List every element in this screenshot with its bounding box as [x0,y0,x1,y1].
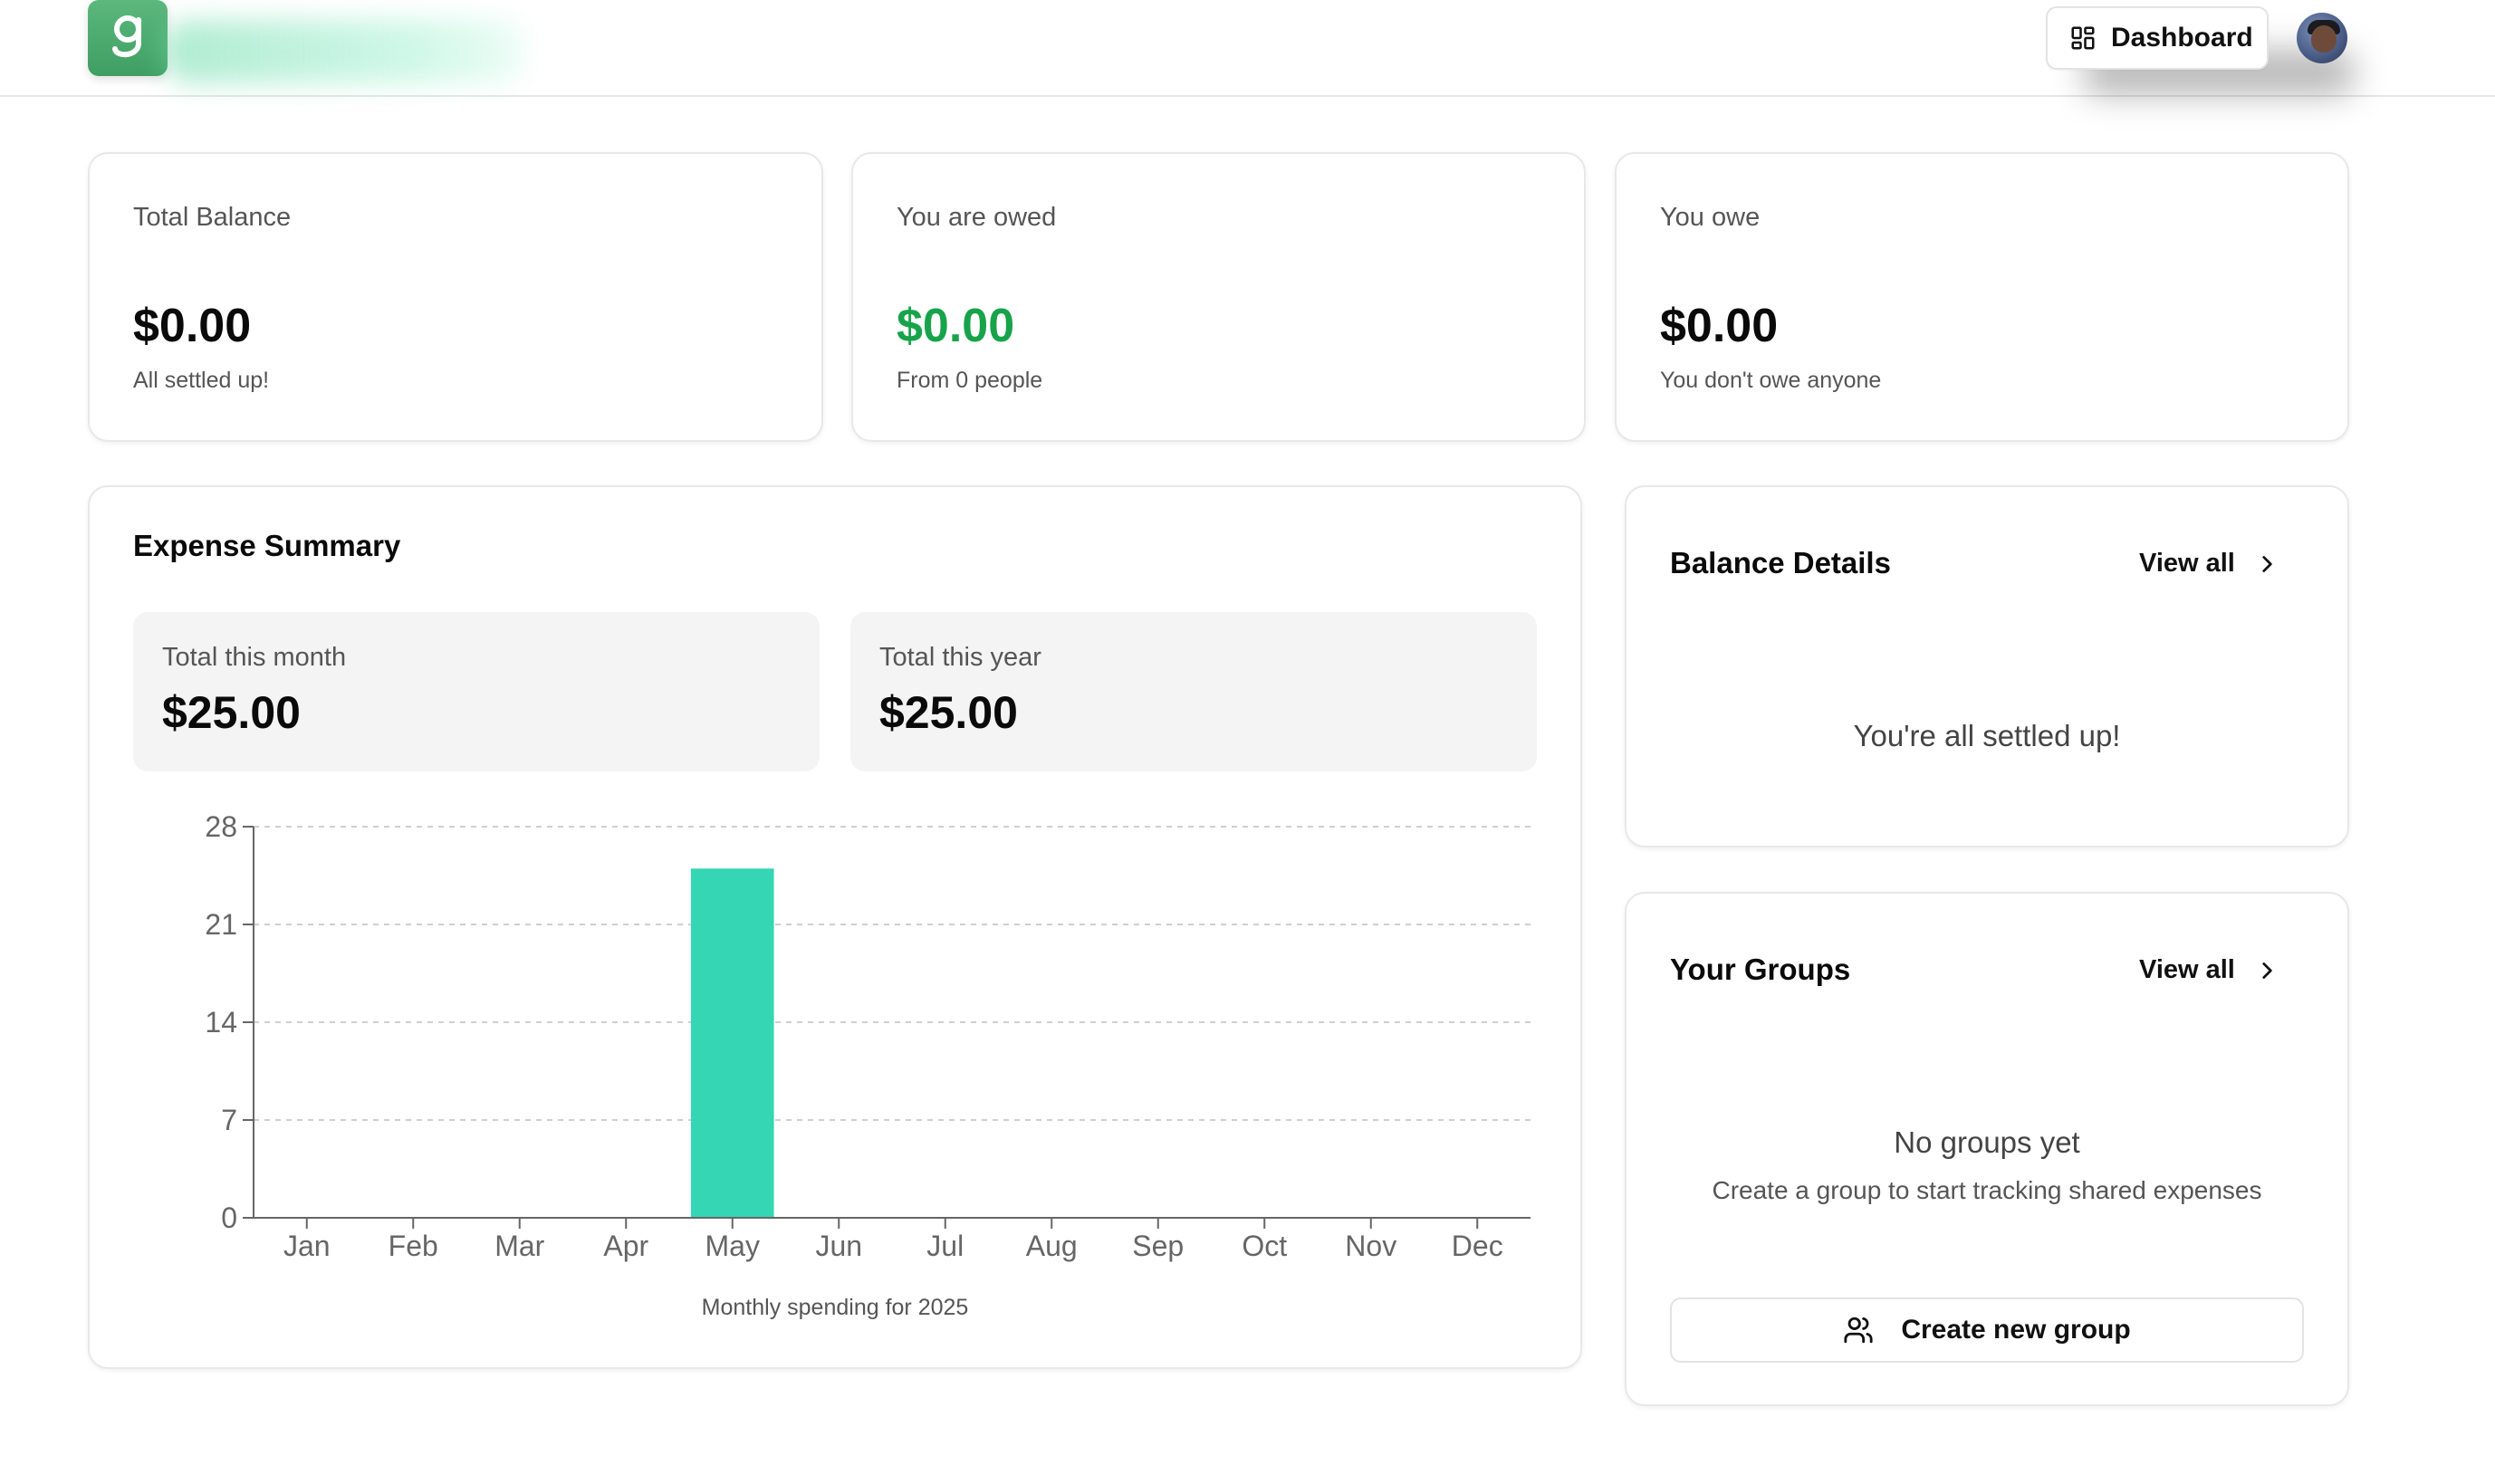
dashboard-grid-icon [2071,26,2095,50]
create-group-button[interactable]: Create new group [1670,1297,2304,1363]
top-header: Dashboard [0,0,2495,97]
logo-g-icon [112,15,141,58]
x-tick-label: Jan [283,1230,331,1262]
stat-value: $0.00 [1660,300,1779,352]
x-tick-label: Apr [603,1230,648,1262]
x-tick-label: Jul [926,1230,964,1262]
dashboard-button[interactable]: Dashboard [2046,6,2269,70]
y-tick-label: 7 [221,1104,237,1136]
groups-view-all-link[interactable]: View all [2139,955,2279,985]
groups-empty-subtitle: Create a group to start tracking shared … [1712,1176,2262,1204]
chart-caption: Monthly spending for 2025 [701,1295,969,1320]
x-tick-label: Oct [1242,1230,1287,1262]
x-tick-label: Mar [494,1230,544,1262]
x-tick-label: Sep [1132,1230,1184,1262]
x-tick-label: May [705,1230,760,1262]
chevron-right-icon [2262,555,2272,572]
dashboard-button-label: Dashboard [2111,23,2253,53]
view-all-label: View all [2139,549,2235,578]
x-tick-label: Jun [815,1230,862,1262]
you-are-owed-card: You are owed $0.00 From 0 people [851,152,1586,442]
balance-empty-message: You're all settled up! [1853,719,2121,752]
y-tick-label: 28 [205,810,237,843]
stat-note: From 0 people [897,368,1043,393]
y-tick-label: 21 [205,908,237,941]
app-logo[interactable] [88,0,168,76]
balance-details-card: Balance Details View all You're all sett… [1625,485,2349,847]
view-all-label: View all [2139,955,2235,984]
balance-view-all-link[interactable]: View all [2139,549,2279,579]
brand-name-blurred [163,20,525,83]
bar-may [690,868,774,1218]
your-groups-card: Your Groups View all No groups yet Creat… [1625,892,2349,1406]
create-group-label: Create new group [1901,1315,2131,1345]
user-avatar[interactable] [2297,13,2347,63]
stat-label: You owe [1660,203,1761,232]
y-tick-label: 14 [205,1006,237,1039]
users-icon [1844,1316,1873,1344]
balance-details-title: Balance Details [1670,546,1891,579]
stat-label: You are owed [897,203,1057,232]
stat-note: You don't owe anyone [1660,368,1882,393]
you-owe-card: You owe $0.00 You don't owe anyone [1615,152,2349,442]
monthly-spending-chart: 0 7 14 21 28 Jan Feb Mar Apr May Jun Jul Aug Sep Oct No… [205,810,1531,1262]
stat-note: All settled up! [133,368,270,393]
avatar-face [2311,25,2337,53]
stat-label: Total Balance [133,203,292,232]
your-groups-title: Your Groups [1670,953,1851,986]
x-tick-label: Aug [1026,1230,1078,1262]
dashboard-page: Dashboard Total Balance $0.00 All settle… [0,0,2495,1484]
x-tick-label: Feb [389,1230,438,1262]
stat-value: $0.00 [133,300,252,352]
stat-value: $0.00 [897,300,1015,352]
expense-summary-card: Expense Summary Total this month $25.00 … [88,485,1582,1369]
x-tick-label: Nov [1345,1230,1396,1262]
groups-empty-title: No groups yet [1894,1125,2080,1159]
chevron-right-icon [2262,962,2272,979]
y-tick-label: 0 [221,1202,237,1234]
total-balance-card: Total Balance $0.00 All settled up! [88,152,823,442]
x-tick-label: Dec [1452,1230,1503,1262]
